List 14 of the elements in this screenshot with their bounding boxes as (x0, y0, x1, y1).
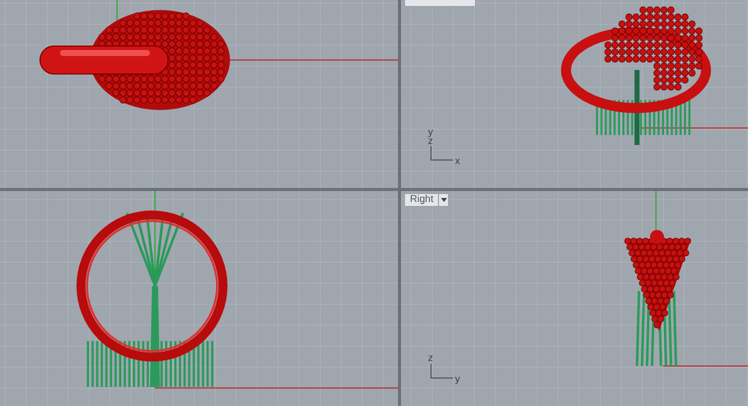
viewport[interactable]: z y Right (401, 191, 748, 406)
viewport-tab[interactable]: Right (404, 193, 440, 207)
axis-triad-icon (430, 146, 454, 160)
axis-label: z (428, 136, 433, 147)
dropdown-button[interactable] (439, 193, 450, 207)
viewport[interactable] (0, 191, 398, 406)
axis-label: z (428, 353, 433, 364)
axis-label: x (455, 156, 460, 167)
axis-label: y (428, 127, 433, 138)
viewport[interactable] (0, 0, 398, 188)
axis-label: y (455, 374, 460, 385)
axis-triad-icon (430, 364, 454, 378)
caret-icon (440, 198, 447, 202)
viewport[interactable]: y z x (401, 0, 748, 188)
